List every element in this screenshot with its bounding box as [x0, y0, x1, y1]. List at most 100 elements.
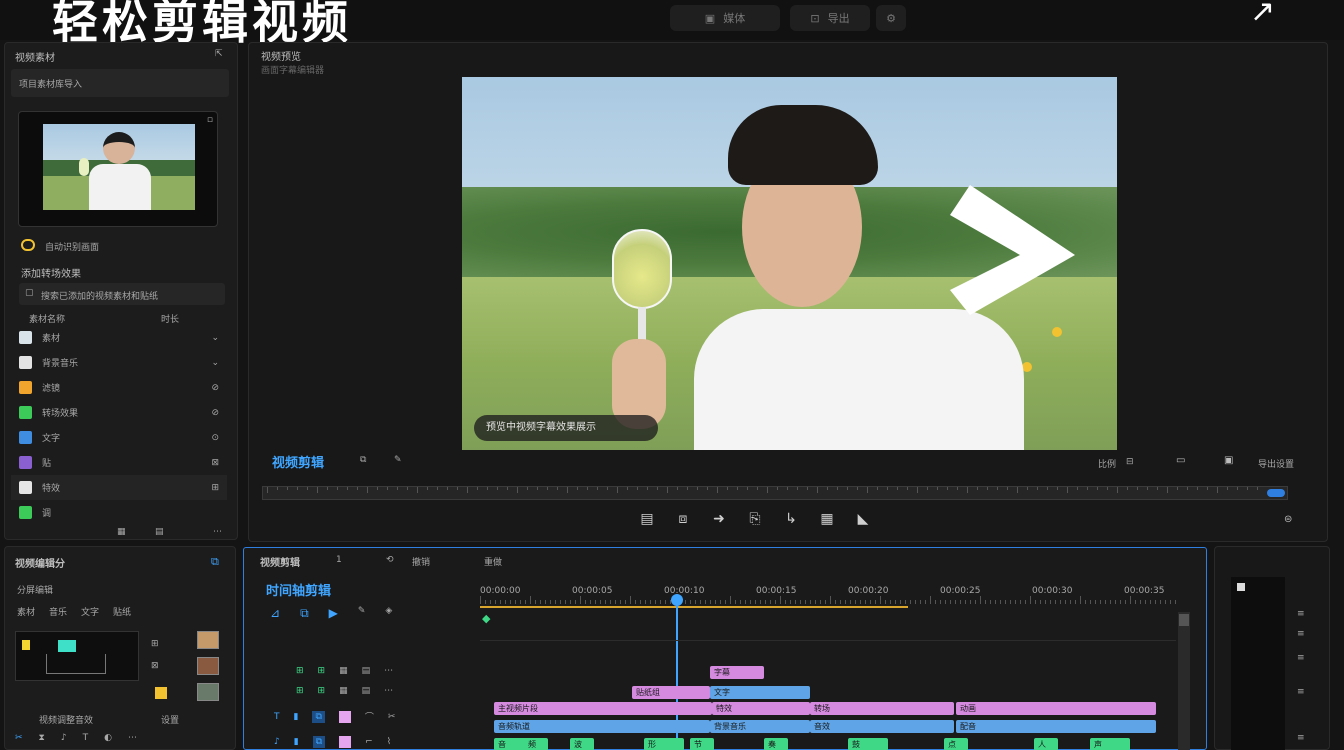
more-icon[interactable]: ⋯ [213, 527, 222, 537]
list-item[interactable]: 调 [11, 500, 227, 525]
undo-button[interactable]: 撤销 [412, 555, 430, 568]
marker-icon[interactable]: ◆ [482, 612, 490, 625]
track-solo-icon[interactable]: ▤ [362, 666, 371, 676]
monitor-icon[interactable]: ▭ [1176, 455, 1185, 466]
forward-icon[interactable]: ➜ [708, 510, 730, 528]
track-more-icon[interactable]: ⋯ [384, 666, 393, 676]
trim-icon[interactable]: ▤ [636, 510, 658, 528]
track-lock-icon[interactable]: ⊞ [296, 686, 304, 696]
import-tab[interactable]: 项目素材库导入 [11, 69, 229, 97]
preview-scrubber[interactable] [262, 486, 1288, 500]
track-eye-icon[interactable]: ⧉ [312, 736, 326, 748]
tab-text[interactable]: 文字 [81, 605, 99, 618]
timeline-clip[interactable]: 主视频片段 [494, 702, 712, 715]
tab-material[interactable]: 素材 [17, 605, 35, 618]
timeline-ruler[interactable]: 00:00:00 00:00:05 00:00:10 00:00:15 00:00:20… [480, 586, 1190, 608]
split-tool-icon[interactable]: ⧉ [300, 606, 309, 621]
audio-clip[interactable]: 人 [1034, 738, 1058, 750]
track-mute-icon[interactable]: ▦ [339, 686, 348, 696]
redo-button[interactable]: 重做 [484, 555, 502, 568]
preview-video-frame[interactable]: 预览中视频字幕效果展示 [462, 77, 1117, 450]
list-item[interactable]: 素材 ⌄ [11, 325, 227, 350]
audio-clip[interactable]: 声 [1090, 738, 1130, 750]
track-type-icon[interactable]: ♪ [274, 737, 280, 747]
more-icon[interactable]: ⋯ [128, 733, 137, 743]
thumb-1[interactable] [197, 631, 219, 649]
mini-preview[interactable] [15, 631, 139, 681]
audio-clip[interactable]: 节 [690, 738, 714, 750]
color-swatch[interactable] [155, 687, 167, 699]
track-color-swatch[interactable] [338, 710, 351, 723]
track-eye-icon[interactable]: ⧉ [312, 710, 325, 723]
track-solo-icon[interactable]: ▤ [362, 686, 371, 696]
grid-icon[interactable]: ▦ [117, 527, 126, 537]
cut-icon[interactable]: ✂ [15, 733, 23, 743]
list-item[interactable]: 背景音乐 ⌄ [11, 350, 227, 375]
speed-icon[interactable]: ⧗ [39, 733, 45, 743]
list-icon[interactable]: ▤ [155, 527, 164, 537]
scrubber-handle[interactable] [1267, 489, 1285, 497]
bottom-left-footer-right[interactable]: 设置 [161, 713, 179, 726]
crop-icon[interactable]: ⧈ [672, 510, 694, 528]
mirror-icon[interactable]: ▦ [816, 510, 838, 528]
audio-clip[interactable]: 鼓 [848, 738, 888, 750]
timeline-clip[interactable]: 特效 [712, 702, 810, 715]
track-link-icon[interactable]: ⌒ [365, 710, 374, 723]
list-item[interactable]: 特效 ⊞ [11, 475, 227, 500]
track-more-icon[interactable]: ⌇ [387, 737, 391, 747]
timeline-clip[interactable]: 音频轨道 [494, 720, 710, 733]
audio-clip[interactable]: 频 [524, 738, 548, 750]
undo-icon[interactable]: ⟲ [386, 555, 394, 565]
color-tool-icon[interactable]: ◈ [385, 606, 392, 621]
volume-icon[interactable]: ♪ [61, 733, 67, 743]
list-item[interactable]: 文字 ⊙ [11, 425, 227, 450]
video-tool-icon[interactable]: ▶ [329, 606, 338, 621]
export-settings[interactable]: 导出设置 [1258, 457, 1294, 470]
track-lock-icon[interactable]: ⊞ [296, 666, 304, 676]
timeline-clip[interactable]: 背景音乐 [710, 720, 810, 733]
work-area-bar[interactable] [480, 606, 908, 608]
rotate-icon[interactable]: ↳ [780, 510, 802, 528]
track-type-icon[interactable]: T [274, 712, 280, 722]
track-lock-icon[interactable]: ▮ [294, 712, 299, 722]
audio-clip[interactable]: 波 [570, 738, 594, 750]
track-link-icon[interactable]: ⌐ [365, 737, 373, 747]
timeline-clip[interactable]: 字幕 [710, 666, 764, 679]
link-icon[interactable]: ⊠ [151, 661, 159, 671]
fullscreen-icon[interactable]: ⊜ [1284, 514, 1292, 525]
audio-clip[interactable]: 奏 [764, 738, 788, 750]
track-eye-icon[interactable]: ⊞ [318, 686, 326, 696]
text-icon[interactable]: T [83, 733, 89, 743]
export-button[interactable]: ⊡ 导出 [790, 5, 870, 31]
list-item[interactable]: 贴 ⊠ [11, 450, 227, 475]
filter-icon[interactable]: ◐ [104, 733, 112, 743]
timeline-clip[interactable]: 动画 [956, 702, 1156, 715]
tab-sticker[interactable]: 贴纸 [113, 605, 131, 618]
thumb-3[interactable] [197, 683, 219, 701]
corner-arrow-icon[interactable]: ↗ [1250, 0, 1275, 29]
list-item[interactable]: 滤镜 ⊘ [11, 375, 227, 400]
magic-tool-icon[interactable]: ✎ [358, 606, 366, 621]
timeline-scrollbar[interactable] [1178, 612, 1190, 750]
timeline-clip[interactable]: 配音 [956, 720, 1156, 733]
media-button[interactable]: ▣ 媒体 [670, 5, 780, 31]
timeline-clip[interactable]: 转场 [810, 702, 954, 715]
timeline-clip[interactable]: 文字 [710, 686, 810, 699]
track-mute-icon[interactable]: ▦ [339, 666, 348, 676]
capture-icon[interactable]: ▣ [1224, 455, 1233, 466]
media-thumbnail[interactable]: ▫ [18, 111, 218, 227]
list-item[interactable]: 转场效果 ⊘ [11, 400, 227, 425]
copy-icon[interactable]: ⧉ [360, 455, 366, 465]
zoom-minus-icon[interactable]: ⊟ [1126, 457, 1134, 467]
track-eye-icon[interactable]: ⊞ [318, 666, 326, 676]
adjust-icon[interactable]: ⊞ [151, 639, 159, 649]
settings-button[interactable]: ⚙ [876, 5, 906, 31]
timeline-clip[interactable]: 贴纸组 [632, 686, 710, 699]
play-icon[interactable]: ◣ [852, 510, 874, 528]
search-input[interactable]: ▢ 搜索已添加的视频素材和贴纸 [19, 283, 225, 305]
split-icon[interactable]: ⎘ [744, 510, 766, 528]
track-more-icon[interactable]: ⋯ [384, 686, 393, 696]
audio-clip[interactable]: 点 [944, 738, 968, 750]
thumb-2[interactable] [197, 657, 219, 675]
track-lock-icon[interactable]: ▮ [294, 737, 299, 747]
